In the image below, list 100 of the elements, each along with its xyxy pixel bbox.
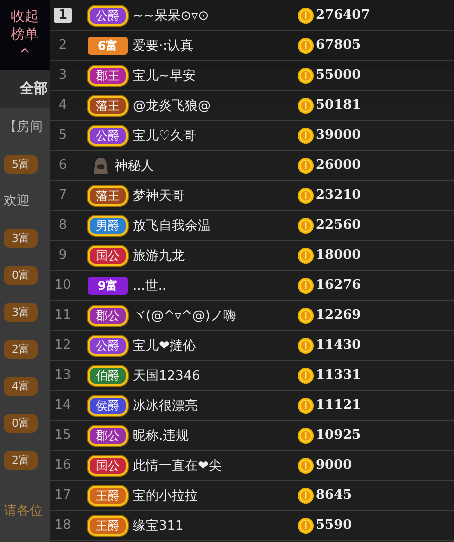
rank-badge: 侯爵 bbox=[88, 396, 128, 416]
ranking-row[interactable]: 5 公爵 宝儿♡久哥 39000 bbox=[50, 121, 454, 151]
user-name: 冰冰很漂亮 bbox=[133, 398, 198, 414]
coin-icon bbox=[298, 158, 314, 174]
ranking-row[interactable]: 3 郡王 宝儿~早安 55000 bbox=[50, 61, 454, 91]
coin-amount: 8645 bbox=[316, 488, 352, 503]
coin-icon bbox=[298, 308, 314, 324]
chat-message: 欢迎 bbox=[4, 193, 30, 210]
user-name: 此情一直在❤尖 bbox=[133, 458, 222, 474]
rank-number: 17 bbox=[54, 488, 72, 503]
wealth-badge: 3富 bbox=[4, 228, 38, 248]
rank-badge: 国公 bbox=[88, 456, 128, 476]
rank-number: 7 bbox=[58, 188, 68, 203]
collapse-button[interactable]: 收起榜单 bbox=[10, 8, 40, 44]
user-name: 昵称.违规 bbox=[133, 428, 190, 444]
ranking-row[interactable]: 9 国公 旅游九龙 18000 bbox=[50, 241, 454, 271]
rank-number: 13 bbox=[54, 368, 72, 383]
ranking-row[interactable]: 7 藩王 梦神天哥 23210 bbox=[50, 181, 454, 211]
user-name: @龙炎飞狼@ bbox=[133, 98, 211, 114]
user-name: 梦神天哥 bbox=[133, 188, 185, 204]
ranking-row[interactable]: 6 神秘人 26000 bbox=[50, 151, 454, 181]
announcement-text: 【房间 bbox=[3, 119, 44, 137]
coin-amount: 50181 bbox=[316, 98, 362, 113]
coin-icon bbox=[298, 428, 314, 444]
coin-amount: 16276 bbox=[316, 278, 362, 293]
rank-number: 6 bbox=[58, 158, 68, 173]
notice-text: 请各位 bbox=[4, 503, 43, 520]
rank-number: 18 bbox=[54, 518, 72, 533]
ranking-row[interactable]: 11 郡公 ヾ(@^▿^@)ノ嗨 12269 bbox=[50, 301, 454, 331]
user-name: 宝儿♡久哥 bbox=[133, 128, 197, 144]
rank-badge: 王爵 bbox=[88, 516, 128, 536]
user-name: ヾ(@^▿^@)ノ嗨 bbox=[133, 308, 236, 324]
ranking-row[interactable]: 12 公爵 宝儿❤撻伈 11430 bbox=[50, 331, 454, 361]
rank-badge: 公爵 bbox=[88, 6, 128, 26]
coin-amount: 11121 bbox=[316, 398, 362, 413]
user-name: 爱要·:认真 bbox=[133, 38, 194, 54]
wealth-badge: 5富 bbox=[4, 154, 38, 174]
rank-number: 10 bbox=[54, 278, 72, 293]
rank-number: 12 bbox=[54, 338, 72, 353]
hooded-figure-icon bbox=[92, 156, 110, 174]
rank-badge: 郡王 bbox=[88, 66, 128, 86]
tab[interactable]: 全部 bbox=[0, 80, 48, 98]
ranking-row[interactable]: 4 藩王 @龙炎飞狼@ 50181 bbox=[50, 91, 454, 121]
ranking-row[interactable]: 15 郡公 昵称.违规 10925 bbox=[50, 421, 454, 451]
ranking-row[interactable]: 13 伯爵 天国12346 11331 bbox=[50, 361, 454, 391]
rank-number: 15 bbox=[54, 428, 72, 443]
coin-amount: 55000 bbox=[316, 68, 362, 83]
ranking-row[interactable]: 10 9富 ...世.. 16276 bbox=[50, 271, 454, 301]
ranking-row[interactable]: 17 王爵 宝的小拉拉 8645 bbox=[50, 481, 454, 511]
rank-badge: 伯爵 bbox=[88, 366, 128, 386]
coin-amount: 23210 bbox=[316, 188, 362, 203]
ranking-row[interactable]: 2 6富 爱要·:认真 67805 bbox=[50, 31, 454, 61]
rank-badge: 公爵 bbox=[88, 336, 128, 356]
rank-badge: 男爵 bbox=[88, 216, 128, 236]
coin-icon bbox=[298, 188, 314, 204]
user-name: 宝的小拉拉 bbox=[133, 488, 198, 504]
ranking-row[interactable]: 8 男爵 放飞自我余温 22560 bbox=[50, 211, 454, 241]
coin-amount: 9000 bbox=[316, 458, 352, 473]
wealth-badge: 2富 bbox=[4, 450, 38, 470]
coin-amount: 5590 bbox=[316, 518, 352, 533]
rank-number: 9 bbox=[58, 248, 68, 263]
rank-badge: 郡公 bbox=[88, 306, 128, 326]
rank-badge: 郡公 bbox=[88, 426, 128, 446]
coin-icon bbox=[298, 68, 314, 84]
coin-amount: 26000 bbox=[316, 158, 362, 173]
rank-number: 14 bbox=[54, 398, 72, 413]
rank-badge: 公爵 bbox=[88, 126, 128, 146]
rank-badge: 藩王 bbox=[88, 96, 128, 116]
coin-icon bbox=[298, 488, 314, 504]
coin-amount: 11430 bbox=[316, 338, 362, 353]
rank-number: 1 bbox=[54, 8, 72, 23]
ranking-row[interactable]: 14 侯爵 冰冰很漂亮 11121 bbox=[50, 391, 454, 421]
ranking-row[interactable]: 16 国公 此情一直在❤尖 9000 bbox=[50, 451, 454, 481]
ranking-row[interactable]: 18 王爵 缘宝311 5590 bbox=[50, 511, 454, 541]
rank-number: 8 bbox=[58, 218, 68, 233]
coin-icon bbox=[298, 98, 314, 114]
coin-amount: 10925 bbox=[316, 428, 362, 443]
coin-amount: 39000 bbox=[316, 128, 362, 143]
wealth-badge: 6富 bbox=[88, 36, 128, 54]
user-name: 放飞自我余温 bbox=[133, 218, 211, 234]
user-name: 缘宝311 bbox=[133, 518, 184, 534]
coin-icon bbox=[298, 218, 314, 234]
user-name: ...世.. bbox=[133, 278, 167, 294]
wealth-badge: 0富 bbox=[4, 266, 38, 284]
coin-amount: 18000 bbox=[316, 248, 362, 263]
wealth-badge: 9富 bbox=[88, 276, 128, 294]
coin-icon bbox=[298, 458, 314, 474]
coin-icon bbox=[298, 128, 314, 144]
rank-badge: 藩王 bbox=[88, 186, 128, 206]
user-name: 神秘人 bbox=[115, 158, 154, 174]
rank-number: 4 bbox=[58, 98, 68, 113]
ranking-row[interactable]: 1 公爵 ~~呆呆⊙▿⊙ 276407 bbox=[50, 1, 454, 31]
coin-icon bbox=[298, 278, 314, 294]
rank-number: 16 bbox=[54, 458, 72, 473]
wealth-badge: 0富 bbox=[4, 414, 38, 432]
wealth-badge: 4富 bbox=[4, 376, 38, 396]
caret-icon[interactable]: ^ bbox=[10, 46, 40, 65]
user-name: 宝儿~早安 bbox=[133, 68, 196, 84]
coin-icon bbox=[298, 38, 314, 54]
coin-amount: 67805 bbox=[316, 38, 362, 53]
